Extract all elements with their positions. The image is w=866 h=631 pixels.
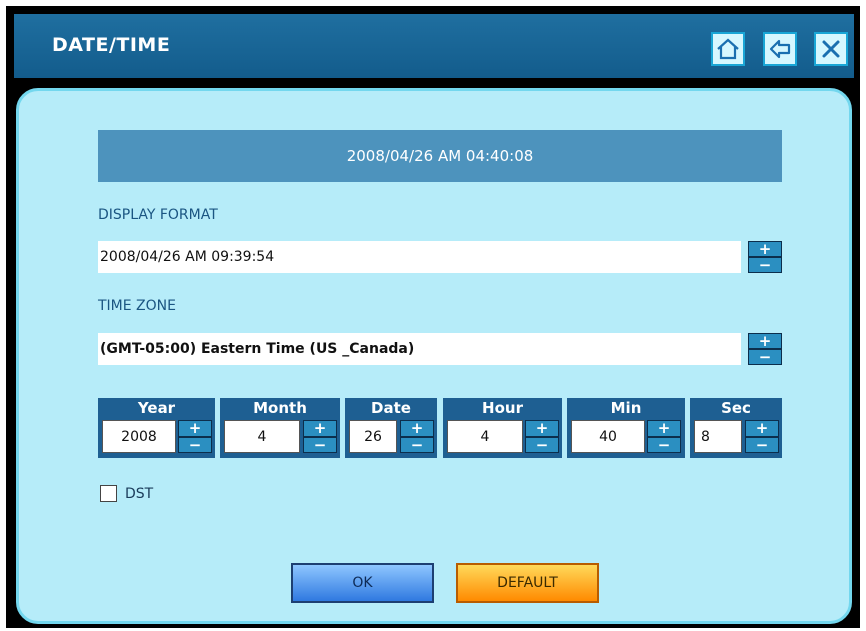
min-group: Min 40 + − (567, 398, 685, 458)
date-stepper: + − (400, 420, 434, 453)
dst-checkbox[interactable] (100, 485, 117, 502)
home-icon (717, 38, 739, 60)
close-icon (822, 40, 840, 58)
min-label: Min (610, 399, 642, 417)
ok-button[interactable]: OK (291, 563, 434, 603)
month-stepper: + − (303, 420, 337, 453)
year-input[interactable]: 2008 (102, 420, 176, 453)
default-button[interactable]: DEFAULT (456, 563, 599, 603)
hour-input[interactable]: 4 (447, 420, 523, 453)
year-label: Year (137, 399, 176, 417)
close-button[interactable] (814, 32, 848, 66)
display-format-stepper: + − (748, 241, 782, 273)
dst-label: DST (125, 485, 154, 502)
dst-option: DST (100, 485, 153, 502)
sec-minus-button[interactable]: − (746, 437, 778, 452)
time-zone-minus-button[interactable]: − (749, 350, 781, 365)
time-zone-stepper: + − (748, 333, 782, 365)
display-format-minus-button[interactable]: − (749, 258, 781, 273)
display-format-label: DISPLAY FORMAT (98, 207, 218, 223)
sec-label: Sec (721, 399, 751, 417)
hour-plus-button[interactable]: + (526, 421, 558, 436)
back-button[interactable] (763, 32, 797, 66)
time-zone-plus-button[interactable]: + (749, 334, 781, 349)
date-label: Date (371, 399, 411, 417)
hour-minus-button[interactable]: − (526, 437, 558, 452)
sec-stepper: + − (745, 420, 779, 453)
home-button[interactable] (711, 32, 745, 66)
date-minus-button[interactable]: − (401, 437, 433, 452)
month-plus-button[interactable]: + (304, 421, 336, 436)
sec-group: Sec 8 + − (690, 398, 782, 458)
year-plus-button[interactable]: + (179, 421, 211, 436)
back-arrow-icon (769, 39, 791, 59)
min-plus-button[interactable]: + (648, 421, 680, 436)
display-format-plus-button[interactable]: + (749, 242, 781, 257)
min-stepper: + − (647, 420, 681, 453)
hour-group: Hour 4 + − (443, 398, 562, 458)
date-group: Date 26 + − (345, 398, 437, 458)
display-format-field: 2008/04/26 AM 09:39:54 (98, 241, 741, 273)
min-minus-button[interactable]: − (648, 437, 680, 452)
hour-label: Hour (482, 399, 523, 417)
month-input[interactable]: 4 (224, 420, 300, 453)
min-input[interactable]: 40 (571, 420, 645, 453)
hour-stepper: + − (525, 420, 559, 453)
sec-plus-button[interactable]: + (746, 421, 778, 436)
month-minus-button[interactable]: − (304, 437, 336, 452)
date-input[interactable]: 26 (349, 420, 397, 453)
month-group: Month 4 + − (220, 398, 340, 458)
year-group: Year 2008 + − (98, 398, 215, 458)
window-title: DATE/TIME (52, 34, 171, 56)
current-datetime-display: 2008/04/26 AM 04:40:08 (98, 130, 782, 182)
sec-input[interactable]: 8 (694, 420, 742, 453)
date-plus-button[interactable]: + (401, 421, 433, 436)
year-stepper: + − (178, 420, 212, 453)
title-bar: DATE/TIME (14, 14, 854, 78)
time-zone-field: (GMT-05:00) Eastern Time (US _Canada) (98, 333, 741, 365)
month-label: Month (253, 399, 307, 417)
time-zone-label: TIME ZONE (98, 298, 176, 314)
year-minus-button[interactable]: − (179, 437, 211, 452)
